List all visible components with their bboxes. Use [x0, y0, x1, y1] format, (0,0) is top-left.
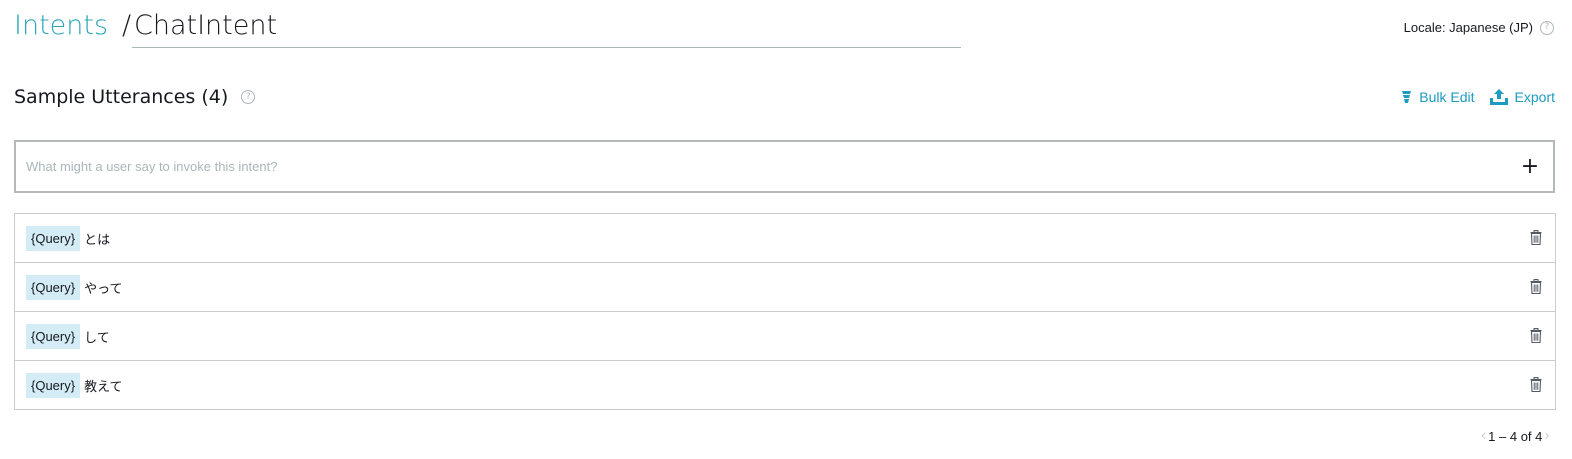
utterance-actions: Bulk Edit Export — [1400, 88, 1555, 106]
utterance-text[interactable]: して — [84, 327, 110, 346]
section-title: Sample Utterances (4) — [14, 86, 229, 108]
slot-chip[interactable]: {Query} — [26, 225, 81, 251]
locale-label: Locale: Japanese (JP) — [1403, 20, 1533, 35]
plus-icon: + — [1520, 154, 1540, 179]
chevron-right-icon[interactable]: › — [1544, 428, 1550, 444]
breadcrumb-intents-link[interactable]: Intents — [14, 8, 108, 44]
utterance-list: {Query} とは {Query} やって {Query} して {Query… — [14, 213, 1556, 410]
intent-editor-page: Intents / ChatIntent Locale: Japanese (J… — [0, 0, 1572, 459]
locale-indicator: Locale: Japanese (JP) ? — [1404, 20, 1554, 35]
pagination-range: 1 – 4 of 4 — [1488, 428, 1543, 444]
utterance-row[interactable]: {Query} 教えて — [15, 361, 1555, 409]
slot-chip[interactable]: {Query} — [26, 323, 81, 349]
intent-name[interactable]: ChatIntent — [132, 8, 961, 44]
slot-chip[interactable]: {Query} — [26, 274, 81, 300]
trash-icon[interactable] — [1530, 328, 1542, 343]
trash-icon[interactable] — [1530, 377, 1542, 392]
add-utterance-button[interactable]: + — [1507, 142, 1553, 191]
utterance-text[interactable]: やって — [84, 278, 122, 297]
section-header: Sample Utterances (4) ? — [14, 84, 256, 110]
utterance-text[interactable]: とは — [84, 229, 110, 248]
question-circle-icon[interactable]: ? — [1540, 20, 1554, 35]
breadcrumb: Intents / — [14, 8, 141, 44]
pagination: ‹ 1 – 4 of 4 › — [1481, 428, 1550, 444]
export-button[interactable]: Export — [1489, 88, 1555, 106]
export-icon — [1489, 89, 1508, 105]
breadcrumb-separator: / — [122, 10, 132, 41]
utterance-input-box: + — [14, 140, 1555, 193]
question-circle-icon[interactable]: ? — [241, 90, 256, 104]
bulk-edit-button[interactable]: Bulk Edit — [1400, 89, 1475, 105]
intent-name-field[interactable]: ChatIntent — [132, 8, 961, 48]
utterance-input[interactable] — [16, 141, 1507, 192]
utterance-row[interactable]: {Query} して — [15, 312, 1555, 361]
trash-icon[interactable] — [1530, 279, 1542, 294]
utterance-text[interactable]: 教えて — [84, 376, 122, 395]
utterance-row[interactable]: {Query} やって — [15, 263, 1555, 312]
bulk-edit-icon — [1402, 91, 1412, 103]
slot-chip[interactable]: {Query} — [26, 372, 81, 398]
bulk-edit-label: Bulk Edit — [1419, 89, 1475, 105]
trash-icon[interactable] — [1530, 230, 1542, 245]
export-label: Export — [1514, 89, 1555, 105]
utterance-row[interactable]: {Query} とは — [15, 214, 1555, 263]
chevron-left-icon[interactable]: ‹ — [1481, 428, 1487, 444]
